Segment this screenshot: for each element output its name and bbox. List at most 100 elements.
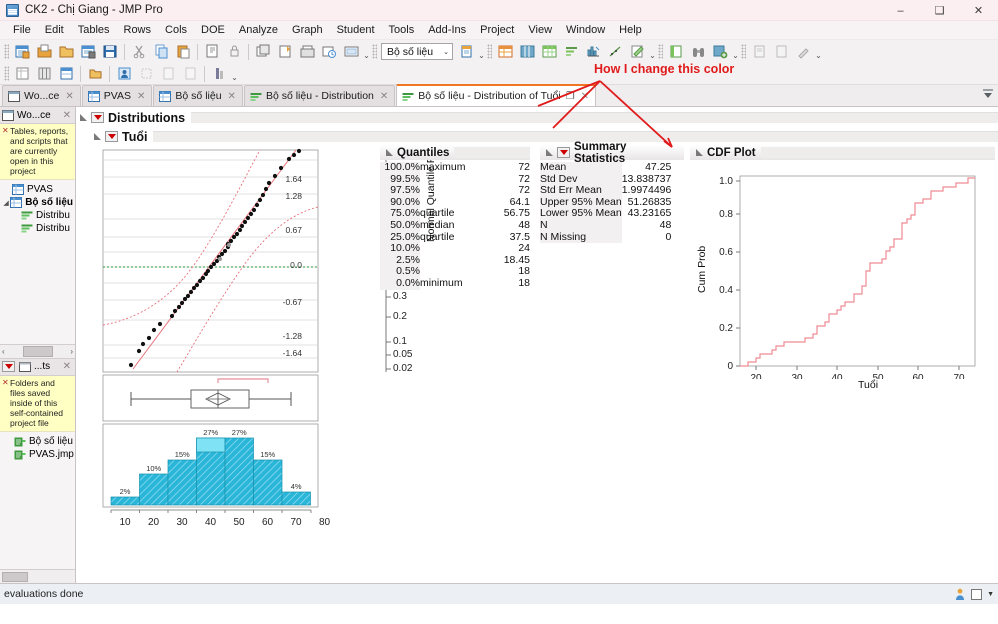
script-run-icon[interactable]	[749, 42, 769, 61]
table-grid-icon[interactable]	[539, 42, 559, 61]
table-row[interactable]: 100.0%maximum72	[380, 162, 530, 174]
report-icon[interactable]	[341, 42, 361, 61]
bookmark-icon[interactable]	[275, 42, 295, 61]
cut-icon[interactable]	[129, 42, 149, 61]
distribution-icon[interactable]	[583, 42, 603, 61]
cdf-plot-panel-header[interactable]: CDF Plot	[690, 145, 995, 160]
tab-distribution[interactable]: Bộ số liệu - Distribution ✕	[244, 85, 395, 106]
toolbar-overflow-4[interactable]: ⌄	[731, 43, 740, 60]
tree-item-bo-so-lieu[interactable]: ◢ Bộ số liệu	[0, 196, 75, 209]
copy-icon[interactable]	[151, 42, 171, 61]
rows-icon[interactable]	[56, 64, 76, 83]
paste-icon[interactable]	[173, 42, 193, 61]
menu-item-graph[interactable]: Graph	[285, 21, 330, 40]
note-icon[interactable]	[971, 589, 982, 600]
tab-bo-so-lieu[interactable]: Bộ số liệu ✕	[153, 85, 243, 106]
toolbar-overflow-3[interactable]: ⌄	[648, 43, 657, 60]
table-row[interactable]: 50.0%median48	[380, 220, 530, 232]
menu-item-view[interactable]: View	[521, 21, 559, 40]
tools-icon[interactable]	[793, 42, 813, 61]
add-column-icon[interactable]	[456, 42, 476, 61]
twisty-icon[interactable]: ◢	[2, 199, 10, 207]
summary-statistics-panel-header[interactable]: Summary Statistics	[540, 145, 684, 160]
tree-item-pvas[interactable]: PVAS	[0, 183, 75, 196]
scroll-thumb[interactable]	[2, 572, 28, 582]
red-triangle-menu-icon[interactable]	[557, 147, 570, 158]
copy-row-icon[interactable]	[158, 64, 178, 83]
table-row[interactable]: Lower 95% Mean43.23165	[540, 208, 671, 220]
files-panel-header[interactable]: ...ts ✕	[0, 359, 75, 376]
new-data-table-icon[interactable]	[12, 42, 32, 61]
menu-item-tables[interactable]: Tables	[71, 21, 117, 40]
toolbar-grip[interactable]	[658, 44, 663, 59]
menu-item-student[interactable]: Student	[330, 21, 382, 40]
save-as-icon[interactable]	[78, 42, 98, 61]
menu-item-doe[interactable]: DOE	[194, 21, 232, 40]
open-project-icon[interactable]	[34, 42, 54, 61]
restore-icon[interactable]: ❐	[566, 91, 575, 102]
table-icon[interactable]	[12, 64, 32, 83]
horizontal-scrollbar-bottom[interactable]	[0, 569, 75, 583]
paste-row-icon[interactable]	[180, 64, 200, 83]
menu-item-help[interactable]: Help	[612, 21, 649, 40]
horizontal-scrollbar-top[interactable]: ‹ ›	[0, 344, 75, 359]
workspace-panel-header[interactable]: Wo...ce ✕	[0, 107, 75, 124]
outline-distributions[interactable]: Distributions	[76, 109, 998, 126]
cdf-plot-chart[interactable]: 0 0.2 0.4 0.6 0.8 1.0 20 30 40 50 60 70	[690, 164, 995, 379]
archive-icon[interactable]	[297, 42, 317, 61]
folder-icon[interactable]	[85, 64, 105, 83]
script-page-icon[interactable]	[771, 42, 791, 61]
outline-tuoi[interactable]: Tuổi	[90, 128, 998, 145]
quantiles-panel-header[interactable]: Quantiles	[380, 145, 530, 160]
file-item-bo-so-lieu[interactable]: Bộ số liệu	[0, 435, 75, 448]
toolbar-overflow-6[interactable]: ⌄	[230, 65, 239, 82]
disclosure-triangle-icon[interactable]	[696, 149, 704, 157]
menu-item-project[interactable]: Project	[473, 21, 521, 40]
scroll-thumb[interactable]	[23, 346, 53, 357]
toolbar-overflow-5[interactable]: ⌄	[814, 43, 823, 60]
scroll-left-icon[interactable]: ‹	[2, 347, 5, 356]
select-icon[interactable]	[136, 64, 156, 83]
toolbar-overflow-2[interactable]: ⌄	[477, 43, 486, 60]
save-icon[interactable]	[100, 42, 120, 61]
column-viewer-icon[interactable]	[517, 42, 537, 61]
fit-y-x-icon[interactable]	[605, 42, 625, 61]
close-icon[interactable]: ✕	[61, 361, 73, 372]
script-icon[interactable]	[202, 42, 222, 61]
menu-item-tools[interactable]: Tools	[382, 21, 422, 40]
close-icon[interactable]: ✕	[2, 126, 9, 136]
history-icon[interactable]	[319, 42, 339, 61]
toolbar-overflow-1[interactable]: ⌄	[362, 43, 371, 60]
table-row[interactable]: N48	[540, 220, 671, 232]
disclosure-triangle-icon[interactable]	[386, 149, 394, 157]
bar-summary-icon[interactable]	[561, 42, 581, 61]
red-triangle-menu-icon[interactable]	[2, 361, 15, 372]
red-triangle-menu-icon[interactable]	[105, 131, 118, 142]
table-row[interactable]: 10.0%24	[380, 243, 530, 255]
tree-item-distribution-2[interactable]: Distribu	[0, 222, 75, 235]
tab-workspace[interactable]: Wo...ce ✕	[2, 85, 81, 106]
close-icon[interactable]: ✕	[228, 91, 236, 102]
menu-item-addins[interactable]: Add-Ins	[421, 21, 473, 40]
disclosure-triangle-icon[interactable]	[80, 114, 88, 122]
close-button[interactable]: ✕	[959, 0, 998, 21]
person-icon[interactable]	[114, 64, 134, 83]
disclosure-triangle-icon[interactable]	[546, 149, 554, 157]
tree-item-distribution-1[interactable]: Distribu	[0, 209, 75, 222]
menu-item-file[interactable]: File	[6, 21, 38, 40]
column-chart-icon[interactable]	[209, 64, 229, 83]
chevron-down-icon[interactable]: ▼	[987, 591, 994, 598]
close-icon[interactable]: ✕	[137, 91, 145, 102]
person-status-icon[interactable]	[954, 588, 966, 601]
red-triangle-menu-icon[interactable]	[91, 112, 104, 123]
histogram[interactable]: 2% 10% 15% 27% 27% 15% 4%	[103, 424, 318, 513]
column-icon[interactable]	[34, 64, 54, 83]
close-icon[interactable]: ✕	[61, 110, 73, 121]
edit-graph-icon[interactable]	[627, 42, 647, 61]
toolbar-grip[interactable]	[4, 66, 9, 81]
toolbar-grip[interactable]	[487, 44, 492, 59]
maximize-button[interactable]: ❑	[920, 0, 959, 21]
tab-pvas[interactable]: PVAS ✕	[82, 85, 153, 106]
new-window-icon[interactable]	[253, 42, 273, 61]
minimize-button[interactable]: –	[881, 0, 920, 21]
